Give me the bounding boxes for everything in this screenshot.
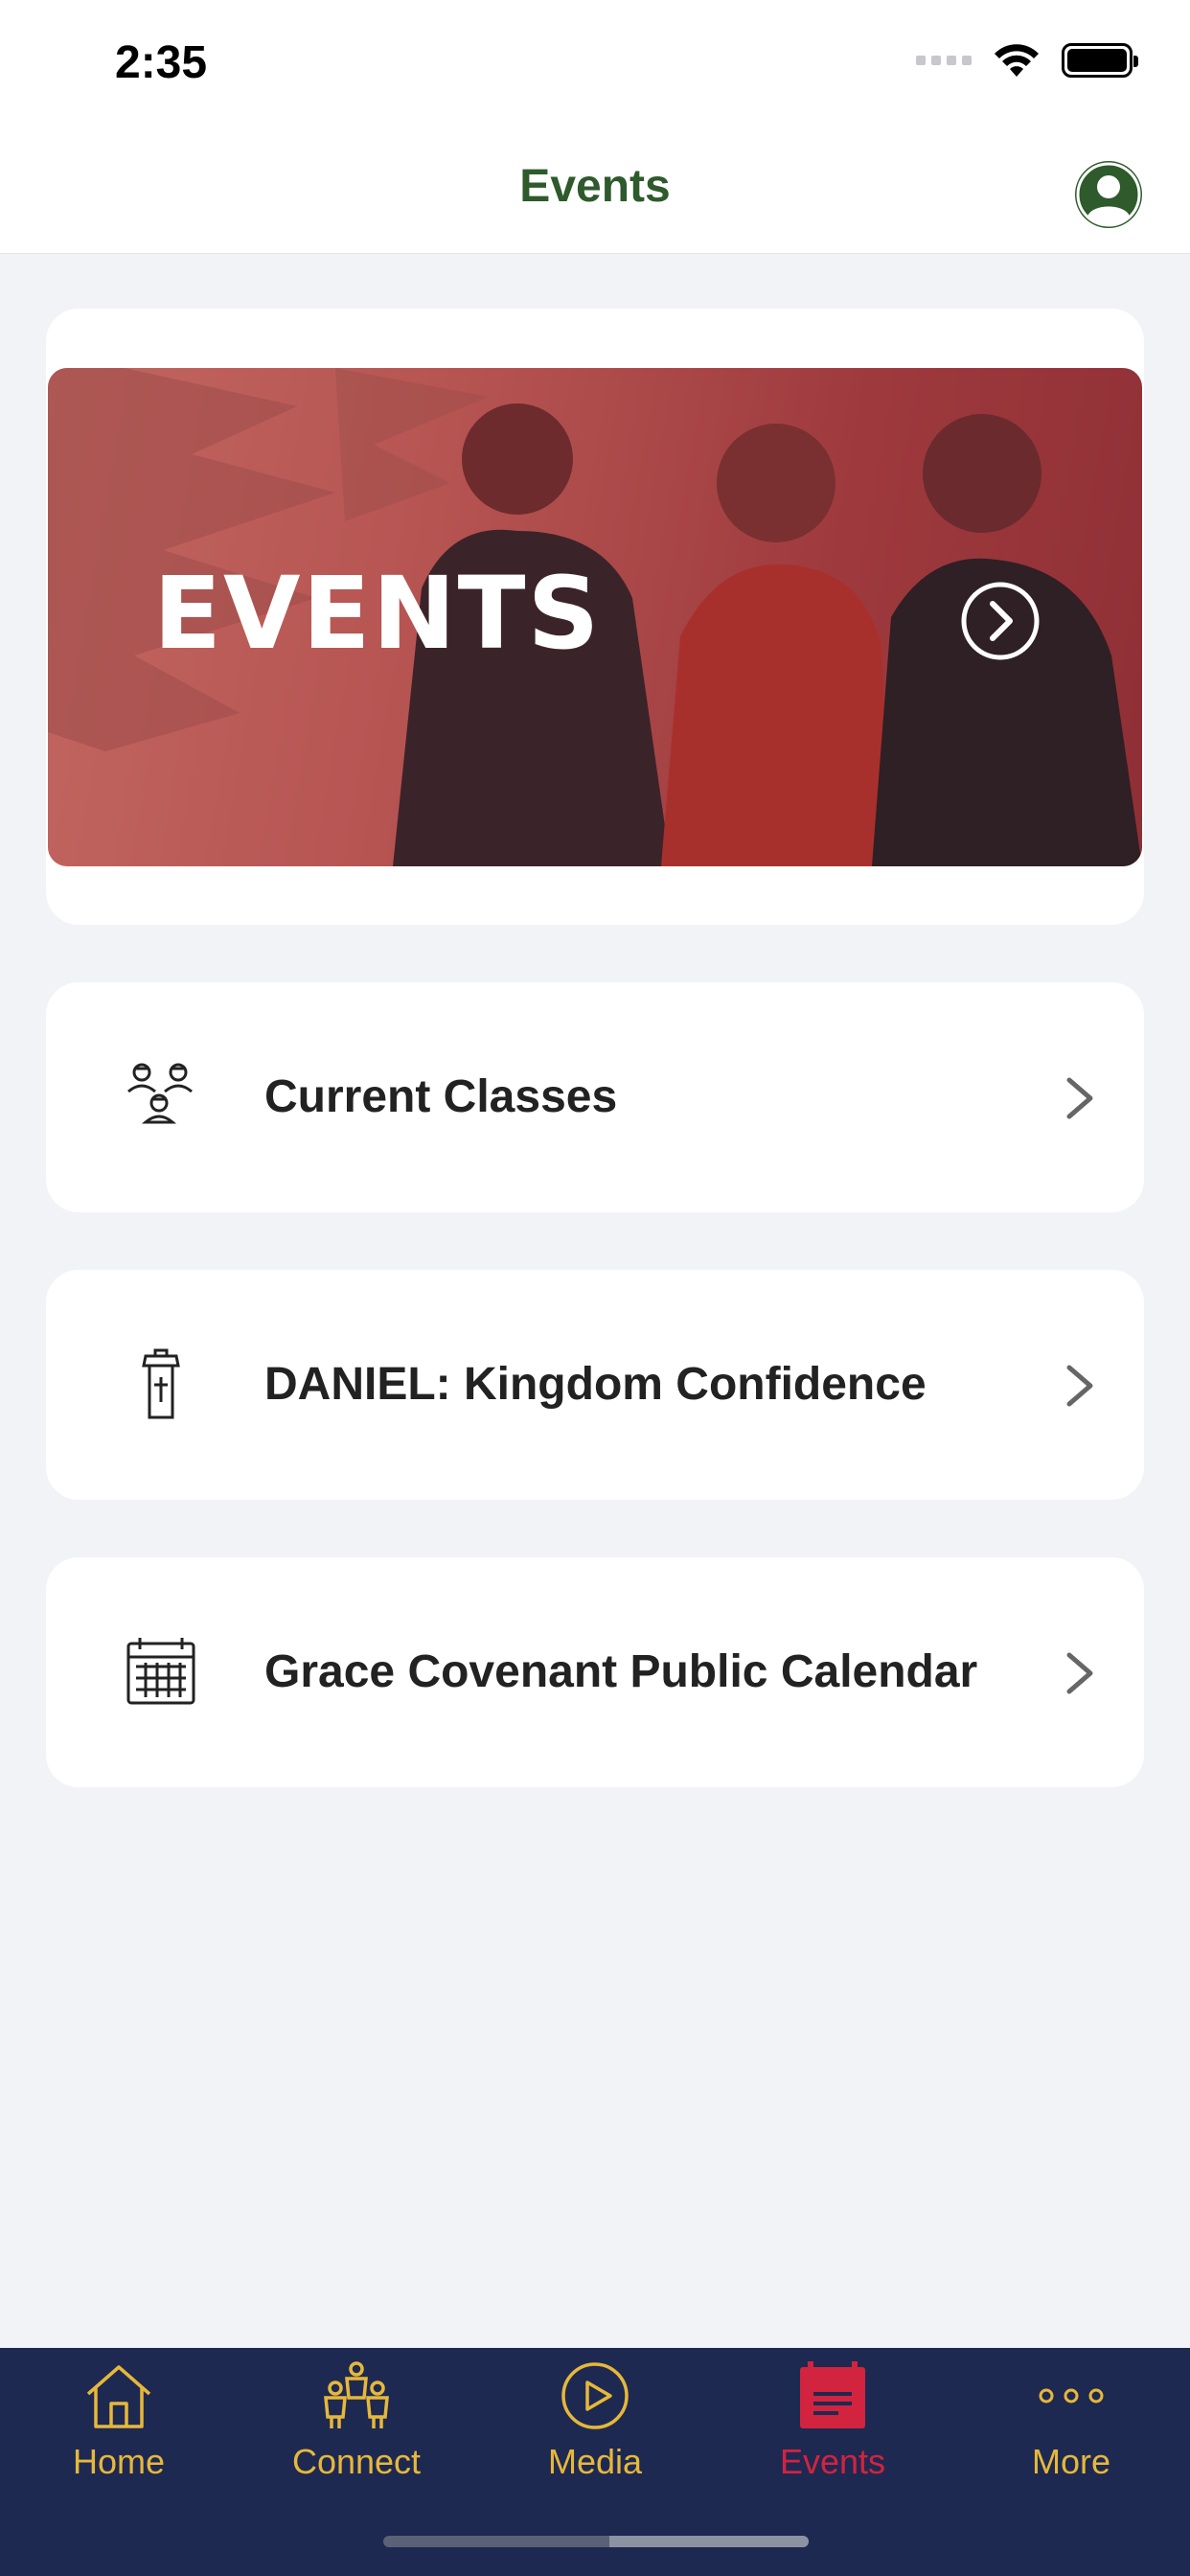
list-item-daniel-kingdom-confidence[interactable]: DANIEL: Kingdom Confidence — [46, 1270, 1144, 1500]
tab-label: Events — [779, 2442, 886, 2481]
events-banner-card[interactable]: EVENTS — [46, 309, 1144, 925]
chevron-right-icon — [1066, 1077, 1093, 1119]
tab-label: Connect — [291, 2442, 422, 2481]
wifi-icon — [995, 44, 1039, 77]
events-icon — [800, 2361, 865, 2428]
status-indicators — [916, 42, 1138, 79]
battery-icon — [1062, 43, 1138, 78]
tab-connect[interactable]: Connect — [238, 2359, 475, 2503]
calendar-icon — [126, 1638, 195, 1705]
tab-label: Media — [547, 2442, 643, 2481]
page-title: Events — [519, 161, 671, 212]
tab-home[interactable]: Home — [0, 2359, 238, 2503]
home-indicator[interactable] — [383, 2536, 809, 2547]
home-icon — [86, 2365, 151, 2428]
list-item-label: DANIEL: Kingdom Confidence — [264, 1359, 927, 1411]
more-icon — [1039, 2388, 1104, 2404]
events-banner-image[interactable]: EVENTS — [48, 368, 1142, 866]
chevron-right-icon — [1066, 1365, 1093, 1407]
people-icon — [324, 2361, 389, 2428]
tab-media[interactable]: Media — [476, 2359, 714, 2503]
list-item-label: Current Classes — [264, 1071, 618, 1123]
banner-title: EVENTS — [153, 555, 602, 672]
list-item-current-classes[interactable]: Current Classes — [46, 982, 1144, 1212]
list-item-label: Grace Covenant Public Calendar — [264, 1646, 978, 1698]
pulpit-icon — [142, 1348, 180, 1419]
play-icon — [561, 2362, 629, 2429]
tab-more[interactable]: More — [952, 2359, 1190, 2503]
chevron-right-icon — [1066, 1652, 1093, 1694]
status-time: 2:35 — [115, 37, 208, 88]
tab-events[interactable]: Events — [714, 2359, 951, 2503]
user-avatar-icon — [1076, 162, 1141, 227]
cellular-signal-icon — [916, 56, 972, 65]
profile-button[interactable] — [1075, 161, 1142, 228]
navigation-bar: Events — [0, 129, 1190, 254]
list-item-public-calendar[interactable]: Grace Covenant Public Calendar — [46, 1557, 1144, 1787]
people-group-icon — [127, 1063, 193, 1124]
arrow-circle-right-icon[interactable] — [960, 581, 1041, 661]
tab-label: More — [1031, 2442, 1111, 2481]
status-bar: 2:35 — [0, 0, 1190, 129]
tab-label: Home — [72, 2442, 166, 2481]
